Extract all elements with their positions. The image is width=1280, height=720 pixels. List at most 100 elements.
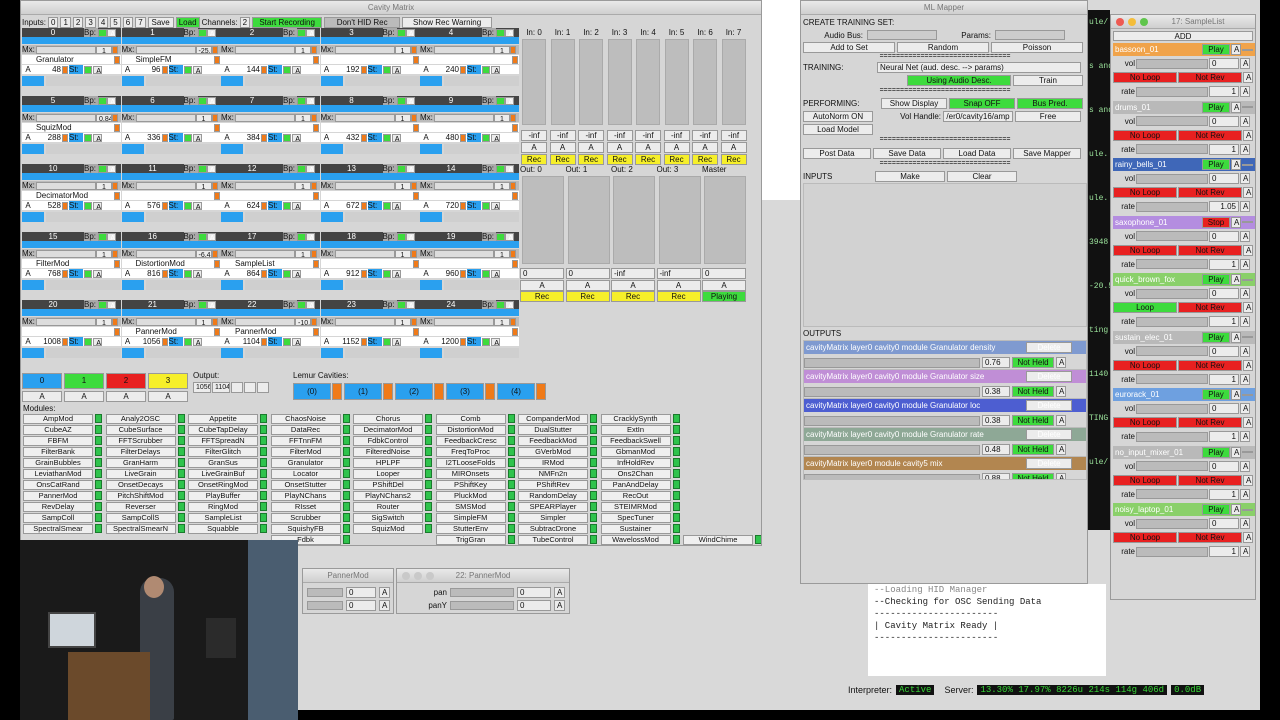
- cavity-a-button[interactable]: A: [405, 300, 415, 309]
- cavity-module-name[interactable]: SimpleFM: [122, 55, 214, 64]
- module-add-icon[interactable]: [342, 436, 350, 445]
- delete-button[interactable]: Delete: [1026, 342, 1072, 353]
- st-toggle[interactable]: [460, 201, 466, 210]
- st-a-button[interactable]: A: [221, 65, 233, 74]
- vol-slider[interactable]: [1136, 461, 1208, 471]
- output-fader[interactable]: [567, 176, 610, 264]
- st-add-button[interactable]: [84, 337, 92, 346]
- output-a-button[interactable]: A: [565, 280, 610, 291]
- st-toggle[interactable]: [261, 133, 267, 142]
- bp-add-button[interactable]: [496, 96, 505, 105]
- rate-slider[interactable]: [1136, 316, 1208, 327]
- module-button[interactable]: WindChime: [683, 535, 753, 545]
- module-add-icon[interactable]: [342, 469, 350, 478]
- module-button[interactable]: SampCollS: [105, 513, 176, 523]
- color-pad-a-button[interactable]: A: [22, 391, 62, 402]
- module-toggle[interactable]: [114, 123, 120, 132]
- mx-value[interactable]: 1: [394, 249, 411, 258]
- vol-value[interactable]: 0: [1209, 288, 1239, 299]
- module-add-icon[interactable]: [177, 414, 185, 423]
- module-button[interactable]: DataRec: [270, 425, 341, 435]
- params-field[interactable]: [995, 30, 1065, 40]
- module-add-icon[interactable]: [507, 425, 515, 434]
- module-button[interactable]: PShiftDel: [353, 480, 423, 490]
- input-a-button[interactable]: A: [692, 142, 718, 153]
- master-playing-button[interactable]: Playing: [702, 291, 746, 302]
- bp-add-button[interactable]: [496, 28, 505, 37]
- module-add-icon[interactable]: [590, 535, 597, 544]
- cavity-a-button[interactable]: A: [206, 28, 216, 37]
- pan-value[interactable]: 0: [517, 587, 551, 598]
- output-rec-button[interactable]: Rec: [565, 291, 610, 302]
- mx-toggle[interactable]: [112, 45, 118, 54]
- module-add-icon[interactable]: [342, 447, 350, 456]
- sample-remove-icon[interactable]: [1242, 393, 1253, 396]
- cavity-module-name[interactable]: PannerMod: [122, 327, 214, 336]
- module-add-icon[interactable]: [95, 480, 102, 489]
- loop-button[interactable]: No Loop: [1113, 72, 1177, 83]
- pan-slider[interactable]: [450, 588, 514, 597]
- mx-slider[interactable]: [235, 181, 295, 190]
- module-add-icon[interactable]: [590, 513, 597, 522]
- module-toggle[interactable]: [114, 259, 120, 268]
- module-toggle[interactable]: [213, 259, 220, 268]
- module-toggle[interactable]: [512, 327, 518, 336]
- module-button[interactable]: FeedbackSwell: [600, 436, 671, 446]
- st-a-button[interactable]: A: [221, 201, 233, 210]
- module-button[interactable]: LeviathanMod: [23, 469, 93, 479]
- sample-play-button[interactable]: Play: [1202, 159, 1230, 170]
- not-held-button[interactable]: Not Held: [1012, 473, 1054, 479]
- st-a-button-2[interactable]: A: [391, 65, 401, 74]
- cavity-module-name[interactable]: PannerMod: [221, 327, 313, 336]
- module-button[interactable]: CubeSurface: [105, 425, 176, 435]
- not-rev-button[interactable]: Not Rev: [1178, 532, 1242, 543]
- bp-add-button[interactable]: [197, 28, 207, 37]
- cavity-a-button[interactable]: A: [405, 28, 415, 37]
- input-rec-button[interactable]: Rec: [663, 154, 690, 165]
- panner-left-titlebar[interactable]: PannerMod: [303, 569, 393, 583]
- output-a-button[interactable]: A: [611, 280, 655, 291]
- module-add-icon[interactable]: [590, 524, 597, 533]
- cavity-module-name[interactable]: DecimatorMod: [22, 191, 114, 200]
- input-4-button[interactable]: 4: [97, 16, 109, 28]
- mx-toggle[interactable]: [410, 113, 417, 122]
- output-fader[interactable]: [658, 176, 701, 264]
- st-a-button-2[interactable]: A: [93, 269, 102, 278]
- cavity-a-button[interactable]: A: [306, 232, 315, 241]
- sample-remove-icon[interactable]: [1242, 106, 1253, 108]
- vol-slider[interactable]: [1136, 116, 1208, 126]
- module-add-icon[interactable]: [177, 425, 185, 434]
- st-toggle[interactable]: [460, 337, 466, 346]
- module-add-icon[interactable]: [177, 436, 185, 445]
- module-button[interactable]: PShiftRev: [518, 480, 588, 490]
- input-rec-button[interactable]: Rec: [635, 154, 661, 165]
- not-rev-button[interactable]: Not Rev: [1178, 129, 1242, 141]
- mx-value[interactable]: 1: [494, 249, 510, 258]
- module-button[interactable]: Simpler: [518, 513, 588, 523]
- module-toggle[interactable]: [313, 259, 319, 268]
- module-button[interactable]: Appetite: [188, 414, 258, 424]
- ml-output-slider[interactable]: [804, 444, 980, 455]
- color-pad-button[interactable]: 0: [22, 373, 62, 389]
- module-button[interactable]: SpectralSmear: [23, 524, 93, 534]
- cavity-a-button[interactable]: A: [107, 164, 116, 173]
- st-add-button[interactable]: [283, 133, 291, 142]
- panner-right-titlebar[interactable]: 22: PannerMod: [397, 569, 569, 583]
- module-add-icon[interactable]: [507, 502, 515, 511]
- output-fader[interactable]: [522, 176, 564, 264]
- mx-value[interactable]: 1: [494, 45, 510, 54]
- st-add-button[interactable]: [84, 133, 92, 142]
- st-a-button-2[interactable]: A: [192, 269, 202, 278]
- module-add-icon[interactable]: [260, 513, 267, 522]
- module-add-icon[interactable]: [177, 524, 185, 533]
- st-toggle[interactable]: [62, 133, 68, 142]
- cavity-a-button[interactable]: A: [206, 232, 216, 241]
- vol-value[interactable]: 0: [1209, 518, 1239, 529]
- input-rec-button[interactable]: Rec: [606, 154, 633, 165]
- autonorm-button[interactable]: AutoNorm ON: [803, 111, 873, 122]
- training-select[interactable]: Neural Net (aud. desc. --> params): [877, 62, 1081, 73]
- mx-value[interactable]: 1: [394, 113, 411, 122]
- vol-a-button[interactable]: A: [1240, 345, 1250, 357]
- module-add-icon[interactable]: [95, 524, 102, 533]
- module-button[interactable]: Sustainer: [600, 524, 671, 534]
